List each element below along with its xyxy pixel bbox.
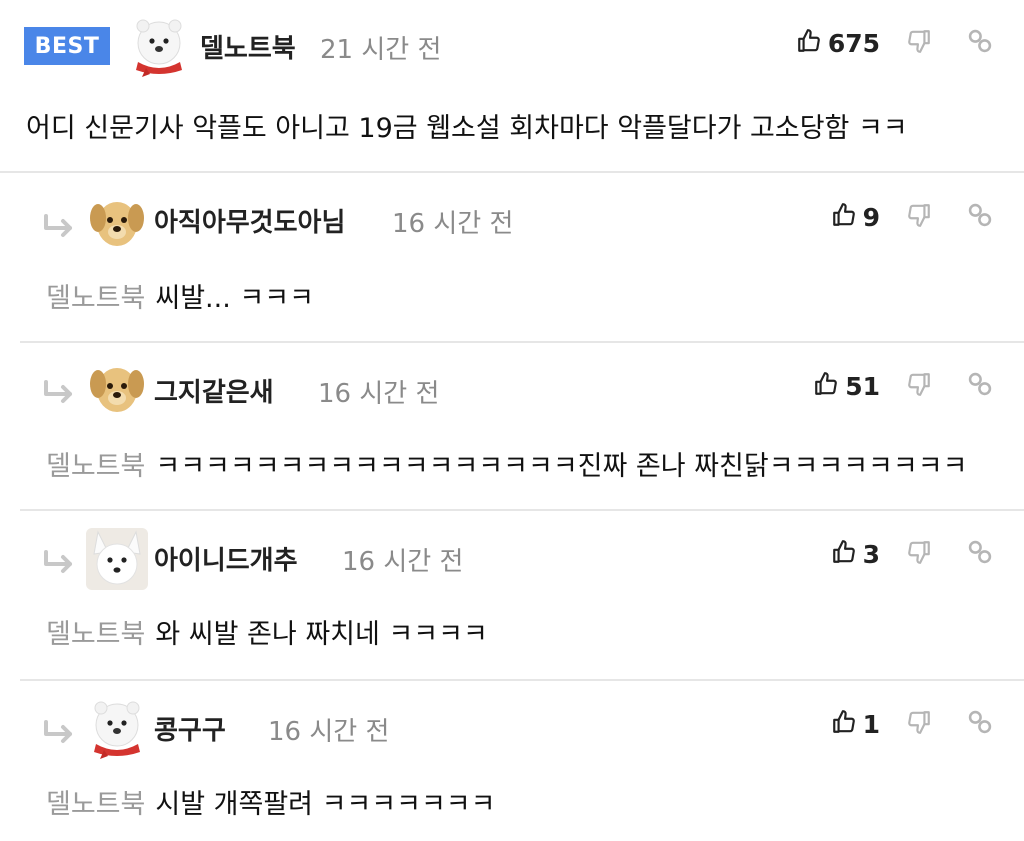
like-button[interactable]: 51 [813, 371, 880, 401]
reply-comment: 아직아무것도아님 16 시간 전 9 델노트북 씨발... ㅋㅋㅋ [0, 172, 1024, 342]
thumbs-up-icon [813, 371, 839, 401]
comment-author[interactable]: 아직아무것도아님 [154, 202, 345, 239]
reply-comment: 그지같은새 16 시간 전 51 델노트북 ㅋㅋㅋㅋㅋㅋㅋㅋㅋㅋㅋㅋㅋㅋㅋㅋㅋ진짜… [0, 342, 1024, 510]
link-icon [966, 538, 994, 570]
thumbs-down-icon [906, 539, 932, 569]
comment-author[interactable]: 콩구구 [154, 710, 226, 747]
comment-actions: 9 [831, 201, 994, 233]
share-link-button[interactable] [966, 201, 994, 233]
thumbs-up-icon [831, 539, 857, 569]
thumbs-down-icon [906, 709, 932, 739]
like-count: 9 [862, 202, 880, 232]
thumbs-down-icon [906, 28, 932, 58]
comment-text: 델노트북 씨발... ㅋㅋㅋ [46, 276, 314, 315]
comment-author[interactable]: 아이니드개추 [154, 540, 298, 577]
reply-arrow-icon [42, 550, 76, 576]
comment-text: 델노트북 와 씨발 존나 짜치네 ㅋㅋㅋㅋ [46, 612, 488, 651]
comment-actions: 3 [831, 538, 994, 570]
reply-arrow-icon [42, 214, 76, 240]
share-link-button[interactable] [966, 538, 994, 570]
comment-time: 16 시간 전 [268, 717, 390, 747]
white-fox-avatar[interactable] [86, 528, 148, 590]
comment-text: 델노트북 ㅋㅋㅋㅋㅋㅋㅋㅋㅋㅋㅋㅋㅋㅋㅋㅋㅋ진짜 존나 짜친닭ㅋㅋㅋㅋㅋㅋㅋㅋ [46, 444, 967, 483]
comment-text: 델노트북 시발 개쪽팔려 ㅋㅋㅋㅋㅋㅋㅋ [46, 782, 495, 821]
comment-time: 16 시간 전 [318, 379, 440, 409]
best-comment: BEST 델노트북 21 시간 전 675 어디 신문기사 악플도 아니고 19… [0, 0, 1024, 172]
share-link-button[interactable] [966, 27, 994, 59]
polar-bear-avatar[interactable] [86, 698, 148, 760]
reply-arrow-icon [42, 380, 76, 406]
link-icon [966, 201, 994, 233]
link-icon [966, 708, 994, 740]
puppy-avatar[interactable] [86, 192, 148, 254]
reply-text: ㅋㅋㅋㅋㅋㅋㅋㅋㅋㅋㅋㅋㅋㅋㅋㅋㅋ진짜 존나 짜친닭ㅋㅋㅋㅋㅋㅋㅋㅋ [155, 451, 968, 482]
like-button[interactable]: 675 [796, 28, 880, 58]
reply-comment: 아이니드개추 16 시간 전 3 델노트북 와 씨발 존나 짜치네 ㅋㅋㅋㅋ [0, 510, 1024, 680]
like-button[interactable]: 1 [831, 709, 880, 739]
best-badge: BEST [24, 27, 110, 65]
comment-text: 어디 신문기사 악플도 아니고 19금 웹소설 회차마다 악플달다가 고소당함 … [26, 113, 908, 144]
dislike-button[interactable] [906, 539, 932, 569]
comment-time: 21 시간 전 [320, 35, 442, 65]
thumbs-up-icon [831, 709, 857, 739]
thumbs-down-icon [906, 371, 932, 401]
comment-actions: 51 [813, 370, 994, 402]
comment-actions: 675 [796, 27, 994, 59]
share-link-button[interactable] [966, 370, 994, 402]
comment-author[interactable]: 그지같은새 [154, 372, 274, 409]
share-link-button[interactable] [966, 708, 994, 740]
reply-text: 씨발... ㅋㅋㅋ [155, 283, 314, 314]
reply-comment: 콩구구 16 시간 전 1 델노트북 시발 개쪽팔려 ㅋㅋㅋㅋㅋㅋㅋ [0, 680, 1024, 841]
like-button[interactable]: 9 [831, 202, 880, 232]
dislike-button[interactable] [906, 371, 932, 401]
puppy-avatar[interactable] [86, 358, 148, 420]
dislike-button[interactable] [906, 202, 932, 232]
mention-tag[interactable]: 델노트북 [46, 619, 145, 650]
reply-text: 시발 개쪽팔려 ㅋㅋㅋㅋㅋㅋㅋ [155, 789, 496, 820]
dislike-button[interactable] [906, 28, 932, 58]
like-count: 3 [862, 539, 880, 569]
like-count: 1 [862, 709, 880, 739]
thumbs-up-icon [796, 28, 822, 58]
comment-author[interactable]: 델노트북 [200, 28, 296, 65]
comment-time: 16 시간 전 [392, 209, 514, 239]
comment-actions: 1 [831, 708, 994, 740]
dislike-button[interactable] [906, 709, 932, 739]
link-icon [966, 370, 994, 402]
thumbs-up-icon [831, 202, 857, 232]
like-count: 675 [827, 28, 880, 58]
like-count: 51 [845, 371, 880, 401]
comment-time: 16 시간 전 [342, 547, 464, 577]
mention-tag[interactable]: 델노트북 [46, 283, 145, 314]
mention-tag[interactable]: 델노트북 [46, 789, 145, 820]
reply-arrow-icon [42, 720, 76, 746]
polar-bear-avatar[interactable] [128, 16, 190, 78]
link-icon [966, 27, 994, 59]
like-button[interactable]: 3 [831, 539, 880, 569]
thumbs-down-icon [906, 202, 932, 232]
mention-tag[interactable]: 델노트북 [46, 451, 145, 482]
reply-text: 와 씨발 존나 짜치네 ㅋㅋㅋㅋ [155, 619, 488, 650]
